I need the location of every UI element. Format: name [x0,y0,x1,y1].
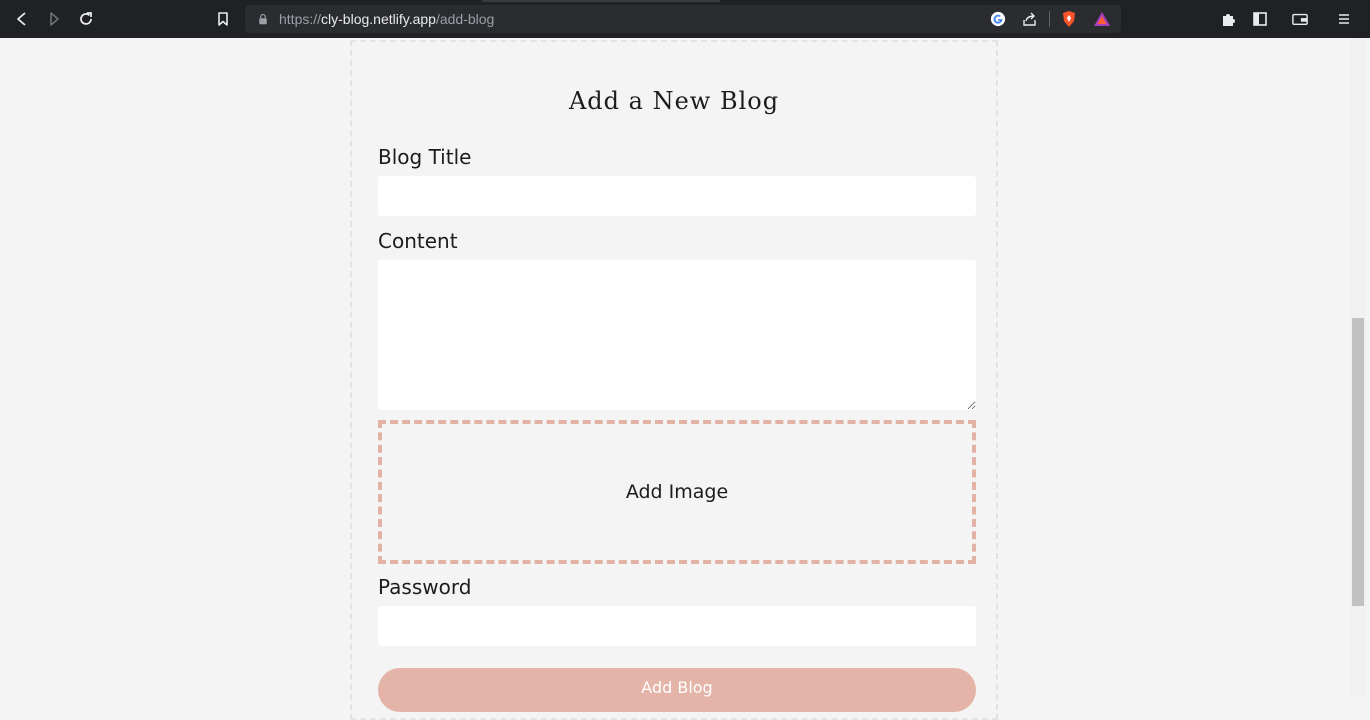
scrollbar-thumb[interactable] [1352,318,1364,606]
back-icon[interactable] [12,9,32,29]
add-blog-button[interactable]: Add Blog [378,668,976,712]
forward-icon[interactable] [44,9,64,29]
tab-strip-edge [482,0,720,2]
brave-rewards-icon[interactable] [1093,10,1111,28]
url-divider [1049,11,1050,27]
url-path: /add-blog [435,11,495,27]
blog-title-input[interactable] [378,176,976,216]
menu-icon[interactable] [1334,9,1354,29]
browser-toolbar: https://cly-blog.netlify.app/add-blog [0,0,1370,38]
share-icon[interactable] [1021,10,1039,28]
url-text[interactable]: https://cly-blog.netlify.app/add-blog [279,11,494,27]
url-host: cly-blog.netlify.app [321,11,436,27]
page-title: Add a New Blog [568,87,780,115]
lock-icon[interactable] [254,10,272,28]
blog-title-label: Blog Title [378,145,472,169]
google-icon[interactable] [989,10,1007,28]
password-label: Password [378,575,472,599]
password-input[interactable] [378,606,976,646]
add-image-dropzone[interactable]: Add Image [378,420,976,564]
reload-icon[interactable] [76,9,96,29]
url-scheme: https:// [279,11,322,27]
extensions-icon[interactable] [1218,9,1238,29]
brave-shields-icon[interactable] [1060,10,1078,28]
content-textarea[interactable] [378,260,976,410]
bookmark-icon[interactable] [213,9,233,29]
address-bar[interactable]: https://cly-blog.netlify.app/add-blog [245,5,1121,33]
add-image-label: Add Image [625,481,729,503]
wallet-icon[interactable] [1290,9,1310,29]
add-blog-card: Add a New Blog Blog Title Content Add Im… [350,40,998,720]
sidebar-icon[interactable] [1250,9,1270,29]
content-label: Content [378,229,458,253]
